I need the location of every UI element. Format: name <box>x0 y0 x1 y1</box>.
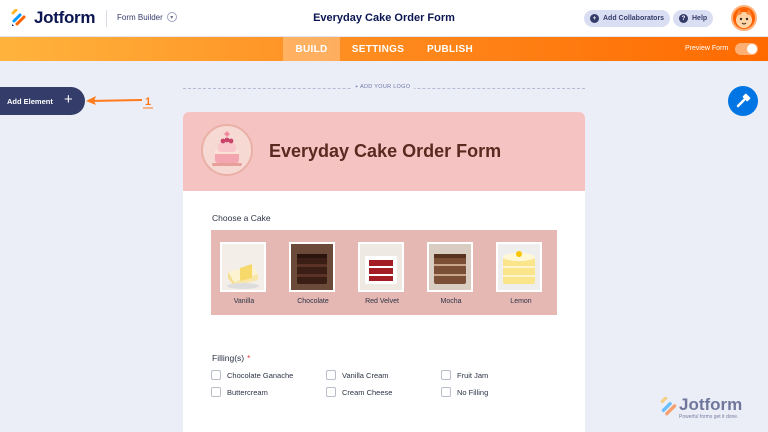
cake-name-mocha: Mocha <box>440 298 462 305</box>
filling-option-vanilla-cream[interactable]: Vanilla Cream <box>326 370 389 380</box>
annotation-arrow: 1 <box>86 96 153 109</box>
form-header: Everyday Cake Order Form <box>183 112 585 191</box>
add-user-icon: + <box>590 14 599 23</box>
add-element-button[interactable]: Add Element + <box>0 87 85 115</box>
jotform-watermark: Jotform Powerful forms get it done. <box>659 395 759 427</box>
cake-name-red-velvet: Red Velvet <box>365 298 399 305</box>
filling-option-label: Chocolate Ganache <box>227 370 294 380</box>
avatar-image <box>736 9 752 28</box>
cake-option-mocha[interactable] <box>427 242 473 292</box>
lemon-cake-image <box>498 244 540 290</box>
builder-nav: BUILD SETTINGS PUBLISH Preview Form <box>0 37 768 61</box>
form-card: Everyday Cake Order Form Choose a Cake V… <box>183 112 585 432</box>
mocha-cake-image <box>429 244 471 290</box>
cake-option-red-velvet[interactable] <box>358 242 404 292</box>
cake-option-lemon[interactable] <box>496 242 542 292</box>
jotform-watermark-icon <box>660 397 677 416</box>
filling-option-buttercream[interactable]: Buttercream <box>211 387 268 397</box>
cake-image-choices: Vanilla Chocolate Red Velvet Mocha Lemon <box>211 230 557 315</box>
checkbox[interactable] <box>441 370 451 380</box>
checkbox[interactable] <box>326 370 336 380</box>
help-button[interactable]: ? Help <box>673 10 714 27</box>
checkbox[interactable] <box>211 370 221 380</box>
add-your-logo-link[interactable]: + ADD YOUR LOGO <box>351 84 415 90</box>
red-velvet-cake-image <box>360 244 402 290</box>
filling-option-label: Vanilla Cream <box>342 370 389 380</box>
filling-option-label: Cream Cheese <box>342 387 393 397</box>
filling-question-label[interactable]: Filling(s) * <box>212 353 250 363</box>
toggle-knob <box>747 44 757 54</box>
cake-option-vanilla[interactable] <box>220 242 266 292</box>
help-icon: ? <box>679 14 688 23</box>
filling-question-text: Filling(s) <box>212 353 245 363</box>
cake-option-chocolate[interactable] <box>289 242 335 292</box>
form-title[interactable]: Everyday Cake Order Form <box>269 141 501 162</box>
cake-logo-icon[interactable] <box>201 124 253 176</box>
checkbox[interactable] <box>211 387 221 397</box>
filling-option-cream-cheese[interactable]: Cream Cheese <box>326 387 392 397</box>
form-designer-button[interactable] <box>728 86 758 116</box>
cake-name-vanilla: Vanilla <box>233 298 255 305</box>
filling-option-label: No Filling <box>457 387 489 397</box>
cake-logo-image <box>212 131 242 166</box>
filling-option-chocolate-ganache[interactable]: Chocolate Ganache <box>211 370 293 380</box>
add-collaborators-label: Add Collaborators <box>603 15 665 22</box>
annotation-number: 1 <box>145 96 151 108</box>
chocolate-cake-image <box>291 244 333 290</box>
filling-option-label: Fruit Jam <box>457 370 489 380</box>
cake-question-label[interactable]: Choose a Cake <box>212 213 271 223</box>
add-collaborators-button[interactable]: + Add Collaborators <box>584 10 671 27</box>
watermark-brand: Jotform <box>679 395 743 414</box>
cake-name-lemon: Lemon <box>510 298 532 305</box>
tab-build[interactable]: BUILD <box>283 37 340 61</box>
filling-option-no-filling[interactable]: No Filling <box>441 387 488 397</box>
filling-option-fruit-jam[interactable]: Fruit Jam <box>441 370 488 380</box>
add-element-label: Add Element <box>7 96 53 106</box>
tab-settings[interactable]: SETTINGS <box>346 37 410 61</box>
checkbox[interactable] <box>326 387 336 397</box>
top-bar: Jotform Form Builder ▾ Everyday Cake Ord… <box>0 0 768 37</box>
plus-icon: + <box>64 91 73 108</box>
paint-roller-icon <box>736 93 751 108</box>
preview-form-toggle[interactable] <box>735 43 758 55</box>
cake-name-chocolate: Chocolate <box>297 298 329 305</box>
required-mark: * <box>247 353 251 363</box>
watermark-tagline: Powerful forms get it done. <box>679 414 739 420</box>
tab-publish[interactable]: PUBLISH <box>420 37 480 61</box>
preview-form-label: Preview Form <box>685 45 729 52</box>
vanilla-cake-image <box>222 244 264 290</box>
help-label: Help <box>692 15 708 22</box>
filling-option-label: Buttercream <box>227 387 268 397</box>
checkbox[interactable] <box>441 387 451 397</box>
avatar[interactable] <box>731 5 757 31</box>
